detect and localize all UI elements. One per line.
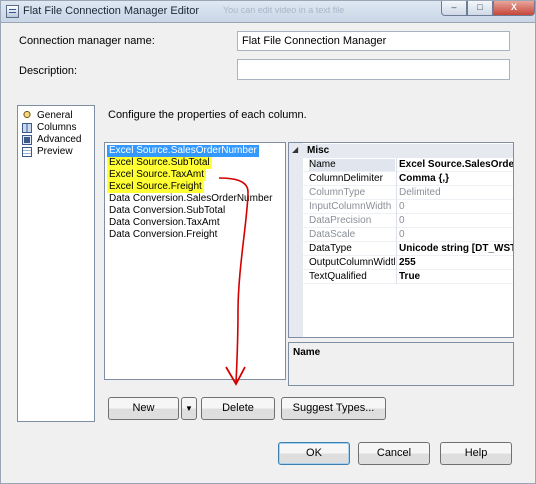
dialog-window: Flat File Connection Manager Editor You … [0,0,536,484]
annotation-arrow-head [225,366,246,386]
annotation-arrow [218,177,249,386]
annotation-arrow-line [218,177,249,384]
